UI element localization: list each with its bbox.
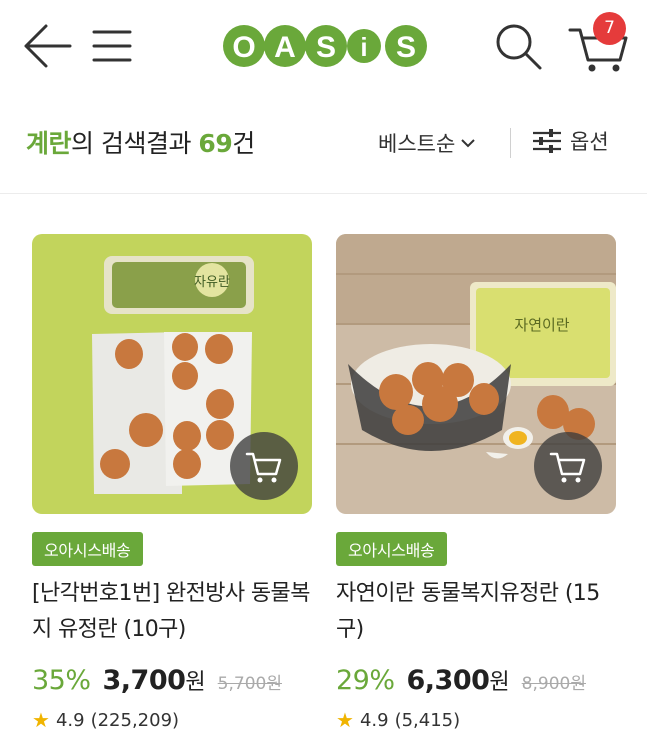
result-count-unit: 건 [232, 129, 255, 158]
sale-price: 6,300 [406, 665, 490, 696]
oasis-logo[interactable]: OAS iS [222, 24, 428, 68]
result-summary-bar: 계란의 검색결과 69건 베스트순 옵션 [0, 92, 647, 194]
result-count: 69 [198, 129, 233, 158]
option-filter-button[interactable]: 옵션 [532, 126, 609, 156]
product-image[interactable]: 자연이란 [336, 234, 616, 514]
rating-row: ★ 4.9 (225,209) [32, 708, 312, 732]
product-title[interactable]: [난각번호1번] 완전방사 동물복지 유정란 (10구) [32, 576, 312, 650]
sort-dropdown[interactable]: 베스트순 [378, 128, 475, 158]
rating-value: 4.9 [359, 709, 389, 731]
svg-text:A: A [274, 31, 296, 64]
cart-icon [245, 452, 282, 483]
original-price: 8,900원 [521, 674, 586, 694]
search-icon[interactable] [494, 22, 544, 72]
product-card[interactable]: 자연이란 오아시스배송 자연이란 동물복지유정란 (15구) 29% 6,300… [336, 234, 616, 732]
oasis-logo-graphic: OAS iS [223, 25, 427, 67]
package-label: 자연이란 [514, 316, 569, 334]
cart-icon [549, 452, 586, 483]
discount-rate: 29% [336, 665, 395, 696]
svg-text:S: S [316, 31, 336, 64]
svg-text:O: O [232, 31, 255, 64]
svg-text:i: i [360, 32, 367, 62]
sale-price: 3,700 [102, 665, 186, 696]
product-card[interactable]: 자유란 오아시스배송 [난각번호1번] 완전방사 동물복지 유정란 (10구) … [32, 234, 312, 732]
currency-unit: 원 [185, 670, 206, 695]
option-label: 옵션 [570, 130, 609, 154]
add-to-cart-button[interactable] [230, 432, 298, 500]
svg-text:S: S [396, 31, 416, 64]
price-row: 35% 3,700 원 5,700원 [32, 664, 312, 696]
discount-rate: 35% [32, 665, 91, 696]
review-count: (5,415) [394, 709, 461, 731]
product-title[interactable]: 자연이란 동물복지유정란 (15구) [336, 576, 616, 650]
price-row: 29% 6,300 원 8,900원 [336, 664, 616, 696]
back-arrow-icon[interactable] [22, 22, 72, 70]
star-icon: ★ [336, 708, 354, 732]
currency-unit: 원 [489, 670, 510, 695]
star-icon: ★ [32, 708, 50, 732]
divider [510, 128, 511, 158]
review-count: (225,209) [90, 709, 180, 731]
sort-label: 베스트순 [378, 132, 456, 156]
search-keyword: 계란 [26, 129, 72, 158]
delivery-badge: 오아시스배송 [336, 532, 447, 566]
result-suffix: 의 검색결과 [71, 129, 191, 158]
cart-count-badge: 7 [593, 12, 626, 45]
rating-row: ★ 4.9 (5,415) [336, 708, 616, 732]
original-price: 5,700원 [217, 674, 282, 694]
package-label: 자유란 [194, 275, 230, 290]
result-summary: 계란의 검색결과 69건 [26, 124, 255, 160]
top-bar: OAS iS 7 [0, 0, 647, 92]
product-image[interactable]: 자유란 [32, 234, 312, 514]
delivery-badge: 오아시스배송 [32, 532, 143, 566]
filter-sliders-icon [533, 129, 561, 153]
add-to-cart-button[interactable] [534, 432, 602, 500]
hamburger-menu-icon[interactable] [90, 26, 134, 66]
chevron-down-icon [461, 139, 475, 148]
rating-value: 4.9 [55, 709, 85, 731]
